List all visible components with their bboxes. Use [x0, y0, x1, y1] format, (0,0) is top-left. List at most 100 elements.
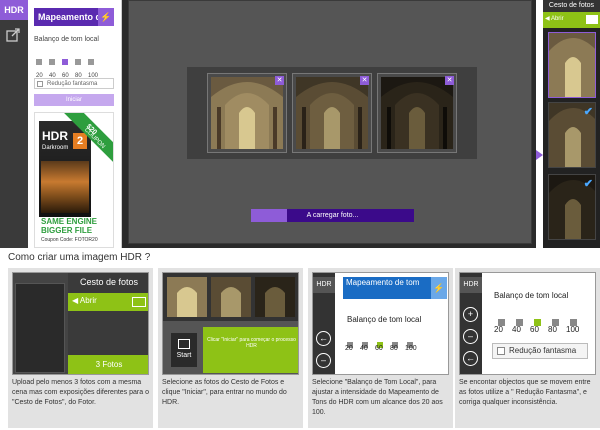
- computer-icon[interactable]: [586, 15, 598, 24]
- photo-tray: ✕ ✕ ✕: [187, 67, 477, 159]
- step-label: 60: [530, 325, 539, 334]
- help-text: Selecione "Balanço de Tom Local", para a…: [312, 379, 443, 416]
- photo-thumb[interactable]: ✕: [207, 73, 287, 153]
- wand-icon[interactable]: ⚡: [98, 8, 114, 26]
- illustration-step-labels: 20 40 60 80 100: [494, 325, 584, 334]
- close-icon[interactable]: ✕: [360, 76, 369, 85]
- checkmark-icon: ✔: [583, 106, 593, 118]
- step-label: 40: [512, 325, 521, 334]
- illustration-photos: [163, 273, 298, 321]
- help-card-ghost: HDR + – ← Balanço de tom local 20 40 60 80 1…: [455, 268, 600, 428]
- minus-icon: –: [463, 329, 478, 344]
- product-photo: [41, 161, 89, 213]
- photo-basket-panel: Cesto de fotos ◀ Abrir ✔ ✔: [543, 0, 600, 248]
- step-80[interactable]: [75, 59, 81, 65]
- illustration-basket: Cesto de fotos ◀ Abrir 3 Fotos: [68, 273, 148, 374]
- step-label: 40: [360, 345, 368, 352]
- plus-icon: +: [463, 307, 478, 322]
- help-illustration: HDR + – ← Balanço de tom local 20 40 60 80 1…: [459, 272, 596, 375]
- illustration-title: Mapeamento de tom ⚡: [343, 277, 447, 299]
- illustration-toolbar: ◀ Abrir: [68, 293, 148, 311]
- ghost-label: Redução fantasma: [47, 81, 98, 87]
- cathedral-photo: [211, 77, 283, 149]
- canvas-area: ✕ ✕ ✕ A carregar foto...: [128, 0, 532, 244]
- wand-icon: ⚡: [431, 277, 447, 299]
- help-card-tone: HDR ← – Mapeamento de tom ⚡ Balanço de t…: [308, 268, 453, 428]
- help-text: Upload pelo menos 3 fotos com a mesma ce…: [12, 379, 149, 406]
- close-icon[interactable]: ✕: [445, 76, 454, 85]
- help-text: Selecione as fotos do Cesto de Fotos e c…: [162, 379, 287, 406]
- tagline-line: BIGGER FILE: [41, 226, 93, 235]
- help-illustration: Start Clicar "Iniciar" para começar o pr…: [162, 272, 299, 375]
- illustration-label: Balanço de tom local: [347, 315, 422, 324]
- illustration-start-label: Start: [176, 352, 192, 359]
- step-label: 80: [548, 325, 557, 334]
- illustration-canvas: [15, 283, 65, 373]
- checkmark-icon: ✔: [583, 178, 593, 190]
- checkbox-icon[interactable]: [37, 81, 43, 87]
- back-arrow-icon: ←: [316, 331, 331, 346]
- left-toolbar: HDR: [0, 0, 28, 248]
- help-illustration: HDR ← – Mapeamento de tom ⚡ Balanço de t…: [312, 272, 449, 375]
- help-illustration: Cesto de fotos ◀ Abrir 3 Fotos: [12, 272, 149, 375]
- illustration-button: Clicar "Iniciar" para começar o processo…: [203, 327, 298, 373]
- hdr-tab[interactable]: HDR: [0, 0, 28, 20]
- start-button[interactable]: Iniciar: [34, 94, 114, 106]
- balance-steps[interactable]: 20 40 60 80 100: [36, 52, 114, 79]
- cathedral-photo: [167, 277, 207, 317]
- basket-photo[interactable]: ✔: [548, 102, 596, 168]
- coupon-code: Coupon Code: FOTOR20: [41, 237, 98, 243]
- hdr-tab: HDR: [313, 277, 335, 293]
- back-arrow-icon: ←: [463, 351, 478, 366]
- help-card-select: Start Clicar "Iniciar" para começar o pr…: [158, 268, 303, 428]
- illustration-toolbar: HDR + – ←: [460, 273, 482, 374]
- step-label: 20: [345, 345, 353, 352]
- basket-photo[interactable]: [548, 32, 596, 98]
- loading-progress-bar: A carregar foto...: [251, 209, 414, 222]
- illustration-label: Balanço de tom local: [494, 291, 569, 300]
- ad-tagline: SAME ENGINE BIGGER FILE: [41, 217, 97, 235]
- illustration-title-label: Mapeamento de tom: [346, 278, 420, 287]
- illustration-ghost: Redução fantasma: [492, 343, 588, 359]
- panel-title[interactable]: Mapeamento d... ⚡: [34, 8, 114, 26]
- basket-photo[interactable]: ✔: [548, 174, 596, 240]
- step-60[interactable]: [62, 59, 68, 65]
- illustration-title: Cesto de fotos: [79, 277, 139, 287]
- illustration-start: Start: [171, 333, 197, 367]
- basket-title: Cesto de fotos: [543, 0, 600, 12]
- illustration-count: 3 Fotos: [95, 360, 123, 369]
- tagline-line: SAME ENGINE: [41, 217, 98, 226]
- ghost-reduction-checkbox[interactable]: Redução fantasma: [34, 78, 114, 89]
- minus-icon: –: [316, 353, 331, 368]
- cathedral-photo: [381, 77, 453, 149]
- external-link-icon[interactable]: [6, 28, 20, 42]
- ad-banner[interactable]: HDR Darkroom 2 $20 COUPON SAME ENGINE BI…: [34, 112, 114, 248]
- step-label: 100: [566, 325, 580, 334]
- step-40[interactable]: [49, 59, 55, 65]
- hdr-app: HDR Mapeamento d... ⚡ Balanço de tom loc…: [0, 0, 600, 248]
- progress-label: A carregar foto...: [306, 212, 359, 219]
- product-subname: Darkroom: [42, 145, 69, 151]
- start-icon: [178, 339, 190, 349]
- cathedral-photo: [296, 77, 368, 149]
- illustration-open: ◀ Abrir: [72, 296, 97, 305]
- illustration-footer: 3 Fotos: [68, 355, 148, 374]
- collapse-arrow-icon[interactable]: [536, 150, 543, 160]
- step-label: 80: [390, 345, 398, 352]
- step-100[interactable]: [88, 59, 94, 65]
- step-label: 60: [375, 345, 383, 352]
- balance-label: Balanço de tom local: [34, 36, 99, 43]
- photo-thumb[interactable]: ✕: [377, 73, 457, 153]
- checkbox-icon: [497, 347, 505, 355]
- open-button[interactable]: ◀ Abrir: [545, 15, 564, 22]
- step-20[interactable]: [36, 59, 42, 65]
- close-icon[interactable]: ✕: [275, 76, 284, 85]
- step-label: 20: [494, 325, 503, 334]
- illustration-toolbar: HDR ← –: [313, 273, 335, 374]
- step-label: 100: [405, 345, 417, 352]
- basket-toolbar: ◀ Abrir: [543, 12, 600, 28]
- left-panel: Mapeamento d... ⚡ Balanço de tom local 2…: [28, 0, 122, 248]
- photo-thumb[interactable]: ✕: [292, 73, 372, 153]
- help-text: Se encontar objectos que se movem entre …: [459, 379, 591, 406]
- illustration-step-labels: 20 40 60 80 100: [345, 345, 420, 352]
